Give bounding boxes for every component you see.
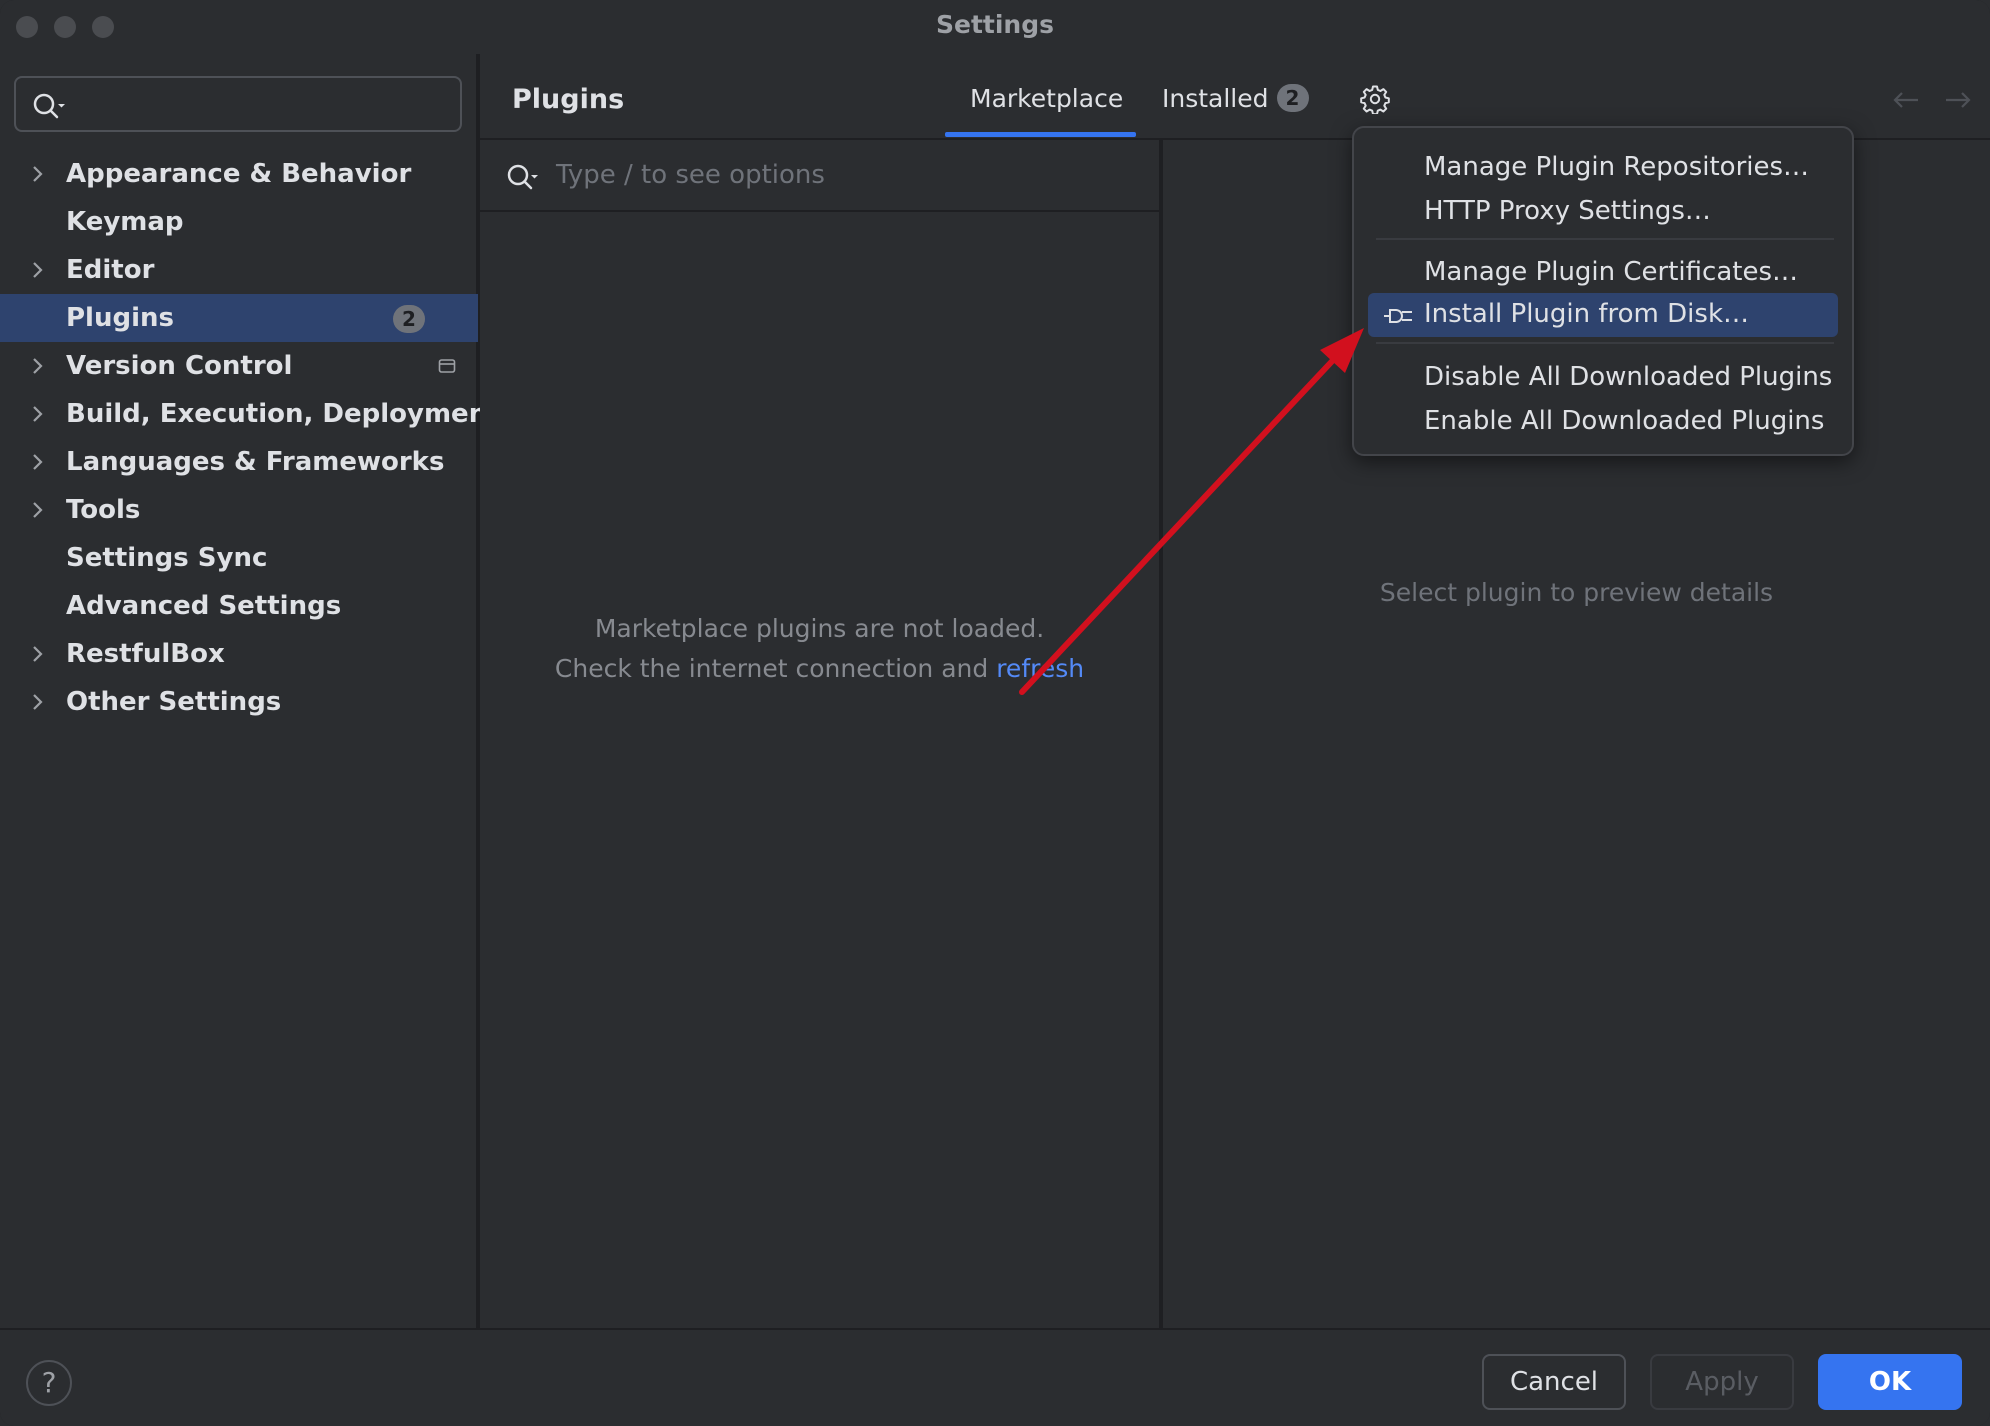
chevron-right-icon[interactable] — [30, 356, 46, 376]
plug-icon — [1384, 309, 1412, 323]
sidebar-item-label: Version Control — [66, 351, 293, 381]
sidebar-item-settings-sync[interactable]: Settings Sync — [0, 534, 478, 582]
sidebar-item-editor[interactable]: Editor — [0, 246, 478, 294]
detail-placeholder: Select plugin to preview details — [1379, 578, 1774, 607]
tab-installed[interactable]: Installed 2 — [1162, 84, 1309, 113]
empty-message-line2: Check the internet connection and refres… — [480, 654, 1159, 683]
menu-item-label: Enable All Downloaded Plugins — [1424, 406, 1825, 436]
installed-count-badge: 2 — [1276, 84, 1309, 112]
menu-item-label: Manage Plugin Certificates… — [1424, 257, 1798, 287]
page-title: Plugins — [512, 84, 625, 115]
settings-search-input[interactable] — [14, 76, 462, 132]
menu-separator — [1376, 342, 1834, 344]
chevron-right-icon[interactable] — [30, 404, 46, 424]
gear-icon[interactable] — [1360, 84, 1390, 114]
chevron-right-icon[interactable] — [30, 692, 46, 712]
chevron-right-icon[interactable] — [30, 644, 46, 664]
empty-message-text: Check the internet connection and — [554, 654, 997, 683]
sidebar-item-version-control[interactable]: Version Control — [0, 342, 478, 390]
sidebar-item-label: Editor — [66, 255, 155, 285]
sidebar-item-label: Build, Execution, Deployment — [66, 399, 500, 429]
sidebar-item-label: Keymap — [66, 207, 184, 237]
search-icon — [507, 164, 538, 190]
menu-item-label: Disable All Downloaded Plugins — [1424, 362, 1833, 392]
sidebar-item-languages-frameworks[interactable]: Languages & Frameworks — [0, 438, 478, 486]
sidebar-item-plugins[interactable]: Plugins 2 — [0, 294, 478, 342]
menu-item-label: Manage Plugin Repositories… — [1424, 152, 1810, 182]
arrow-left-icon[interactable] — [1892, 90, 1920, 110]
sidebar-item-tools[interactable]: Tools — [0, 486, 478, 534]
window-title: Settings — [935, 10, 1054, 39]
menu-item-enable-downloaded[interactable]: Enable All Downloaded Plugins — [1368, 400, 1838, 444]
plugin-settings-menu: Manage Plugin Repositories… HTTP Proxy S… — [1352, 126, 1854, 456]
chevron-right-icon[interactable] — [30, 500, 46, 520]
sidebar-item-label: Languages & Frameworks — [66, 447, 445, 477]
chevron-right-icon[interactable] — [30, 164, 46, 184]
search-icon — [33, 93, 65, 119]
project-level-icon — [438, 359, 456, 373]
sidebar-item-appearance-behavior[interactable]: Appearance & Behavior — [0, 150, 478, 198]
sidebar-item-label: Tools — [66, 495, 141, 525]
tab-label: Marketplace — [970, 84, 1124, 113]
sidebar-item-advanced-settings[interactable]: Advanced Settings — [0, 582, 478, 630]
sidebar-item-label: Appearance & Behavior — [66, 159, 412, 189]
cancel-button[interactable]: Cancel — [1482, 1354, 1626, 1410]
menu-item-install-from-disk[interactable]: Install Plugin from Disk… — [1368, 293, 1838, 337]
search-placeholder: Type / to see options — [556, 160, 825, 190]
settings-sidebar: Appearance & Behavior Keymap Editor Plug… — [0, 54, 500, 1328]
ok-button[interactable]: OK — [1818, 1354, 1962, 1410]
sidebar-item-label: Advanced Settings — [66, 591, 342, 621]
menu-item-disable-downloaded[interactable]: Disable All Downloaded Plugins — [1368, 356, 1838, 400]
sidebar-item-restfulbox[interactable]: RestfulBox — [0, 630, 478, 678]
plugins-count-badge: 2 — [393, 305, 425, 333]
refresh-link[interactable]: refresh — [996, 654, 1084, 683]
tab-label: Installed — [1162, 84, 1269, 113]
menu-item-manage-certificates[interactable]: Manage Plugin Certificates… — [1368, 251, 1838, 295]
menu-item-manage-repositories[interactable]: Manage Plugin Repositories… — [1368, 146, 1838, 190]
plugin-list-panel: Type / to see options Marketplace plugin… — [480, 140, 1161, 1328]
apply-button[interactable]: Apply — [1650, 1354, 1794, 1410]
arrow-right-icon[interactable] — [1944, 90, 1972, 110]
plugin-search-input[interactable]: Type / to see options — [480, 140, 1159, 212]
sidebar-item-other-settings[interactable]: Other Settings — [0, 678, 478, 726]
title-bar: Settings — [0, 0, 1990, 54]
dialog-footer: ? Cancel Apply OK — [0, 1328, 1990, 1426]
tab-marketplace[interactable]: Marketplace — [970, 84, 1123, 113]
empty-message-line1: Marketplace plugins are not loaded. — [594, 614, 1045, 643]
sidebar-item-keymap[interactable]: Keymap — [0, 198, 478, 246]
settings-tree: Appearance & Behavior Keymap Editor Plug… — [0, 150, 500, 726]
menu-separator — [1376, 238, 1834, 240]
help-button[interactable]: ? — [26, 1360, 72, 1406]
sidebar-item-label: Plugins — [66, 303, 174, 333]
menu-item-label: HTTP Proxy Settings… — [1424, 196, 1711, 226]
chevron-right-icon[interactable] — [30, 452, 46, 472]
sidebar-item-label: Other Settings — [66, 687, 282, 717]
menu-item-http-proxy[interactable]: HTTP Proxy Settings… — [1368, 190, 1838, 234]
active-tab-indicator — [945, 132, 1136, 137]
settings-window: Settings Appearance & Behavior Keymap Ed… — [0, 0, 1990, 1426]
sidebar-item-build-execution-deployment[interactable]: Build, Execution, Deployment — [0, 390, 500, 438]
sidebar-item-label: RestfulBox — [66, 639, 225, 669]
sidebar-item-label: Settings Sync — [66, 543, 268, 573]
chevron-right-icon[interactable] — [30, 260, 46, 280]
menu-item-label: Install Plugin from Disk… — [1424, 299, 1749, 329]
